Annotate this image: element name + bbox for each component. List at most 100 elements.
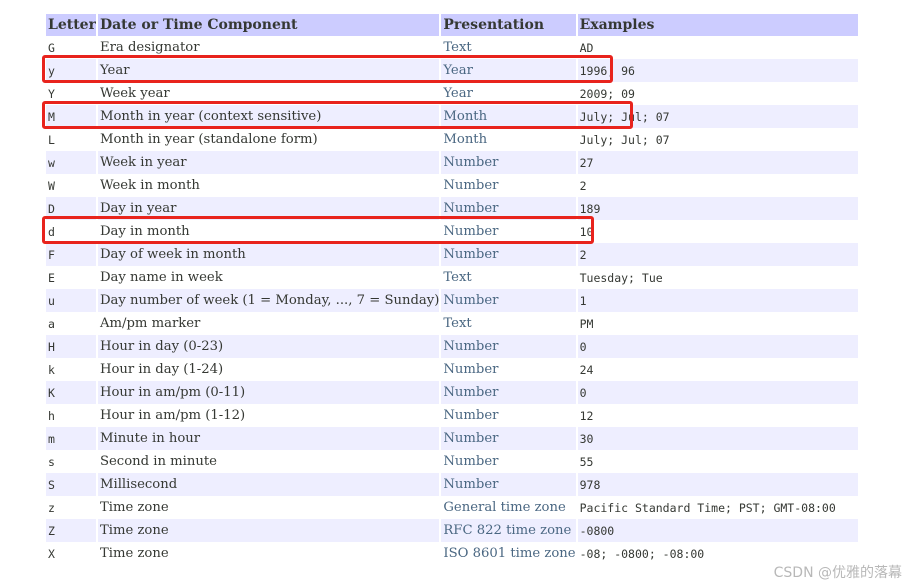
table-row: d Day in month Number 10 bbox=[46, 220, 858, 243]
cell-presentation: Number bbox=[441, 404, 576, 427]
cell-presentation: Number bbox=[441, 289, 576, 312]
cell-presentation: Number bbox=[441, 358, 576, 381]
cell-examples: 2 bbox=[577, 174, 858, 197]
cell-examples: 2 bbox=[577, 243, 858, 266]
cell-component: Minute in hour bbox=[97, 427, 440, 450]
table-row: E Day name in week Text Tuesday; Tue bbox=[46, 266, 858, 289]
cell-component: Day in year bbox=[97, 197, 440, 220]
cell-presentation: Number bbox=[441, 381, 576, 404]
cell-examples: 24 bbox=[577, 358, 858, 381]
cell-component: Am/pm marker bbox=[97, 312, 440, 335]
cell-component: Hour in am/pm (1-12) bbox=[97, 404, 440, 427]
table-body: G Era designator Text AD y Year Year 1996; 96 Y W… bbox=[46, 36, 858, 565]
cell-presentation: Number bbox=[441, 450, 576, 473]
cell-component: Hour in am/pm (0-11) bbox=[97, 381, 440, 404]
cell-examples: 978 bbox=[577, 473, 858, 496]
cell-letter: z bbox=[46, 496, 96, 519]
cell-letter: h bbox=[46, 404, 96, 427]
cell-component: Era designator bbox=[97, 36, 440, 59]
cell-presentation: Year bbox=[441, 82, 576, 105]
cell-presentation: Number bbox=[441, 427, 576, 450]
table-row: K Hour in am/pm (0-11) Number 0 bbox=[46, 381, 858, 404]
watermark: CSDN @优雅的落幕 bbox=[773, 565, 902, 581]
table-row: y Year Year 1996; 96 bbox=[46, 59, 858, 82]
header-letter: Letter bbox=[46, 14, 96, 36]
date-format-table: Letter Date or Time Component Presentati… bbox=[44, 14, 860, 565]
cell-component: Day in month bbox=[97, 220, 440, 243]
cell-presentation: Text bbox=[441, 312, 576, 335]
table-row: D Day in year Number 189 bbox=[46, 197, 858, 220]
cell-component: Week in month bbox=[97, 174, 440, 197]
cell-presentation: Number bbox=[441, 220, 576, 243]
cell-component: Time zone bbox=[97, 496, 440, 519]
cell-component: Hour in day (1-24) bbox=[97, 358, 440, 381]
cell-presentation: General time zone bbox=[441, 496, 576, 519]
cell-examples: 189 bbox=[577, 197, 858, 220]
cell-letter: L bbox=[46, 128, 96, 151]
table-row: G Era designator Text AD bbox=[46, 36, 858, 59]
cell-letter: M bbox=[46, 105, 96, 128]
cell-component: Hour in day (0-23) bbox=[97, 335, 440, 358]
cell-letter: Z bbox=[46, 519, 96, 542]
cell-presentation: Number bbox=[441, 243, 576, 266]
cell-presentation: Number bbox=[441, 197, 576, 220]
header-presentation: Presentation bbox=[441, 14, 576, 36]
table-row: w Week in year Number 27 bbox=[46, 151, 858, 174]
cell-presentation: Month bbox=[441, 105, 576, 128]
table-row: h Hour in am/pm (1-12) Number 12 bbox=[46, 404, 858, 427]
cell-presentation: Number bbox=[441, 335, 576, 358]
header-component: Date or Time Component bbox=[97, 14, 440, 36]
table-row: H Hour in day (0-23) Number 0 bbox=[46, 335, 858, 358]
cell-examples: Tuesday; Tue bbox=[577, 266, 858, 289]
cell-component: Day of week in month bbox=[97, 243, 440, 266]
cell-component: Time zone bbox=[97, 519, 440, 542]
table-row: Z Time zone RFC 822 time zone -0800 bbox=[46, 519, 858, 542]
cell-letter: X bbox=[46, 542, 96, 565]
cell-letter: W bbox=[46, 174, 96, 197]
table-row: W Week in month Number 2 bbox=[46, 174, 858, 197]
cell-component: Month in year (context sensitive) bbox=[97, 105, 440, 128]
cell-examples: 2009; 09 bbox=[577, 82, 858, 105]
cell-examples: 1996; 96 bbox=[577, 59, 858, 82]
cell-component: Week year bbox=[97, 82, 440, 105]
cell-letter: w bbox=[46, 151, 96, 174]
cell-examples: Pacific Standard Time; PST; GMT-08:00 bbox=[577, 496, 858, 519]
header-examples: Examples bbox=[577, 14, 858, 36]
cell-component: Second in minute bbox=[97, 450, 440, 473]
cell-component: Day name in week bbox=[97, 266, 440, 289]
cell-presentation: Year bbox=[441, 59, 576, 82]
cell-letter: D bbox=[46, 197, 96, 220]
cell-component: Millisecond bbox=[97, 473, 440, 496]
cell-examples: -0800 bbox=[577, 519, 858, 542]
table-row: a Am/pm marker Text PM bbox=[46, 312, 858, 335]
cell-presentation: Text bbox=[441, 36, 576, 59]
cell-presentation: RFC 822 time zone bbox=[441, 519, 576, 542]
cell-examples: AD bbox=[577, 36, 858, 59]
cell-examples: July; Jul; 07 bbox=[577, 128, 858, 151]
cell-examples: 12 bbox=[577, 404, 858, 427]
cell-component: Year bbox=[97, 59, 440, 82]
cell-letter: Y bbox=[46, 82, 96, 105]
cell-examples: 10 bbox=[577, 220, 858, 243]
table-row: k Hour in day (1-24) Number 24 bbox=[46, 358, 858, 381]
table-row: Y Week year Year 2009; 09 bbox=[46, 82, 858, 105]
cell-presentation: Month bbox=[441, 128, 576, 151]
cell-component: Day number of week (1 = Monday, ..., 7 =… bbox=[97, 289, 440, 312]
cell-letter: F bbox=[46, 243, 96, 266]
cell-examples: 55 bbox=[577, 450, 858, 473]
cell-letter: G bbox=[46, 36, 96, 59]
table-header-row: Letter Date or Time Component Presentati… bbox=[46, 14, 858, 36]
cell-letter: m bbox=[46, 427, 96, 450]
cell-examples: PM bbox=[577, 312, 858, 335]
cell-examples: 0 bbox=[577, 381, 858, 404]
table-row: M Month in year (context sensitive) Month J… bbox=[46, 105, 858, 128]
table-row: S Millisecond Number 978 bbox=[46, 473, 858, 496]
cell-presentation: Number bbox=[441, 473, 576, 496]
table-row: X Time zone ISO 8601 time zone -08; -0800; … bbox=[46, 542, 858, 565]
cell-letter: S bbox=[46, 473, 96, 496]
cell-presentation: Text bbox=[441, 266, 576, 289]
cell-presentation: Number bbox=[441, 174, 576, 197]
table-row: m Minute in hour Number 30 bbox=[46, 427, 858, 450]
cell-letter: s bbox=[46, 450, 96, 473]
table-row: z Time zone General time zone Pacific Stand… bbox=[46, 496, 858, 519]
